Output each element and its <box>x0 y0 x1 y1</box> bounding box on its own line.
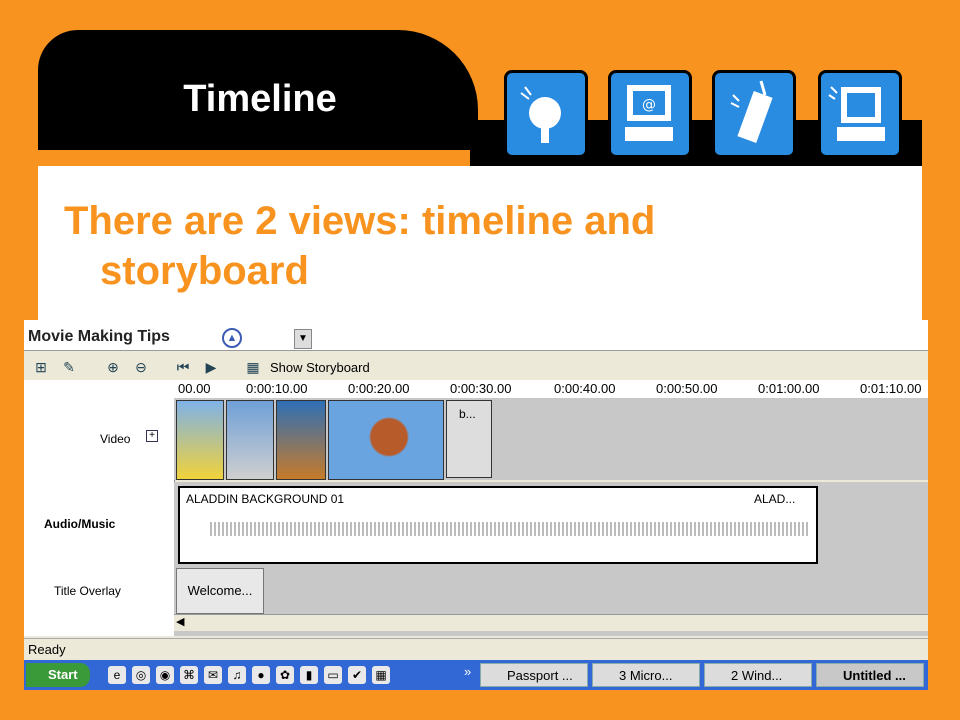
pdf-icon[interactable]: ⌘ <box>180 666 198 684</box>
video-clip[interactable] <box>176 400 224 480</box>
video-clip[interactable] <box>328 400 444 480</box>
film-strip-icon[interactable]: ▦ <box>244 358 262 376</box>
video-clip[interactable] <box>276 400 326 480</box>
scroll-left-icon[interactable]: ◀ <box>176 615 184 628</box>
taskbar-button-microsoft[interactable]: 3 Micro... <box>592 663 700 687</box>
ruler-tick: 0:00:30.00 <box>450 381 512 396</box>
set-audio-levels-icon[interactable]: ⊞ <box>32 358 50 376</box>
ie-icon[interactable]: e <box>108 666 126 684</box>
windows-taskbar: Start e ◎ ◉ ⌘ ✉ ♫ ● ✿ ▮ ▭ ✔ ▦ » Passport… <box>24 660 928 690</box>
zoom-in-icon[interactable]: ⊕ <box>104 358 122 376</box>
video-track: b... <box>174 398 928 480</box>
taskbar-button-passport[interactable]: Passport ... <box>480 663 588 687</box>
folder-icon[interactable]: ▭ <box>324 666 342 684</box>
ruler-tick: 0:00:10.00 <box>246 381 308 396</box>
taskbar-button-untitled[interactable]: Untitled ... <box>816 663 924 687</box>
panel-dropdown-button[interactable]: ▼ <box>294 329 312 349</box>
computer-email-icon: @ <box>608 70 692 158</box>
quicklaunch-icon[interactable]: ▮ <box>300 666 318 684</box>
taskbar-button-windows[interactable]: 2 Wind... <box>704 663 812 687</box>
ruler-tick: 0:00:40.00 <box>554 381 616 396</box>
audio-track: ALADDIN BACKGROUND 01 ALAD... <box>174 482 928 566</box>
ruler-tick: 00.00 <box>178 381 211 396</box>
quicklaunch-icon[interactable]: ◉ <box>156 666 174 684</box>
track-headers: Video + Audio/Music Title Overlay <box>24 380 175 636</box>
audio-clip-title: ALADDIN BACKGROUND 01 <box>186 492 345 506</box>
video-track-label: Video <box>100 432 131 446</box>
ruler-tick: 0:00:20.00 <box>348 381 410 396</box>
ruler-tick: 0:01:10.00 <box>860 381 922 396</box>
zoom-out-icon[interactable]: ⊖ <box>132 358 150 376</box>
collapse-up-icon[interactable]: ▲ <box>222 328 242 348</box>
taskbar-overflow-chevron[interactable]: » <box>464 664 471 679</box>
audio-track-label: Audio/Music <box>44 517 116 531</box>
computer-terminal-icon <box>818 70 902 158</box>
show-storyboard-button[interactable]: Show Storyboard <box>270 360 370 375</box>
headline-line-2: storyboard <box>100 249 309 293</box>
calculator-icon[interactable]: ▦ <box>372 666 390 684</box>
ruler-tick: 0:01:00.00 <box>758 381 820 396</box>
svg-text:@: @ <box>642 97 656 113</box>
overlay-clip[interactable]: Welcome... <box>176 568 264 614</box>
rewind-icon[interactable]: ⏮ <box>174 358 192 376</box>
video-clip[interactable]: b... <box>446 400 492 478</box>
tasks-pane-header: Movie Making Tips ▲ ▼ <box>24 320 928 351</box>
cell-phone-icon <box>712 70 796 158</box>
itunes-icon[interactable]: ♫ <box>228 666 246 684</box>
quicklaunch-icon[interactable]: ◎ <box>132 666 150 684</box>
status-bar: Ready <box>24 638 928 659</box>
horizontal-scrollbar[interactable]: ◀ <box>174 614 928 631</box>
slide-title: Timeline <box>183 78 337 120</box>
status-text: Ready <box>28 642 66 657</box>
timeline-toolbar: ⊞ ✎ ⊕ ⊖ ⏮ ▶ ▦ Show Storyboard <box>24 354 928 380</box>
quicklaunch-icon[interactable]: ✉ <box>204 666 222 684</box>
expand-plus-icon[interactable]: + <box>146 430 158 442</box>
picasa-icon[interactable]: ✿ <box>276 666 294 684</box>
headline-line-1: There are 2 views: timeline and <box>64 199 656 243</box>
timeline-ruler[interactable]: 00.00 0:00:10.00 0:00:20.00 0:00:30.00 0… <box>174 380 928 399</box>
ruler-tick: 0:00:50.00 <box>656 381 718 396</box>
audio-waveform <box>210 522 810 536</box>
panel-title: Movie Making Tips <box>28 328 170 345</box>
start-button[interactable]: Start <box>26 663 90 687</box>
audio-clip[interactable]: ALADDIN BACKGROUND 01 ALAD... <box>178 486 818 564</box>
movie-maker-window: Movie Making Tips ▲ ▼ ⊞ ✎ ⊕ ⊖ ⏮ ▶ ▦ Show… <box>24 320 928 690</box>
play-icon[interactable]: ▶ <box>202 358 220 376</box>
overlay-track-label: Title Overlay <box>54 584 121 598</box>
quicklaunch-icon[interactable]: ✔ <box>348 666 366 684</box>
audio-clip-end-label: ALAD... <box>754 492 796 506</box>
slide-headline: There are 2 views: timeline and storyboa… <box>64 196 884 296</box>
satellite-dish-icon <box>504 70 588 158</box>
firefox-icon[interactable]: ● <box>252 666 270 684</box>
video-clip[interactable] <box>226 400 274 480</box>
narrate-icon[interactable]: ✎ <box>60 358 78 376</box>
